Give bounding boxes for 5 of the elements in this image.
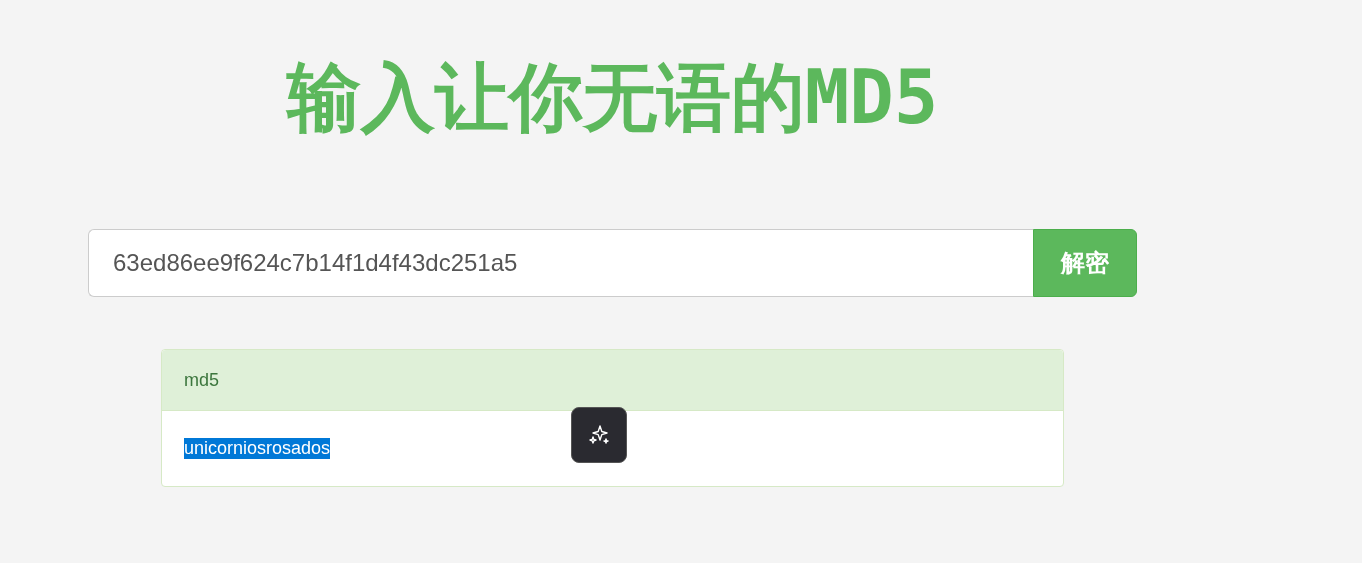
page-title: 输入让你无语的MD5: [285, 53, 940, 142]
sparkle-button[interactable]: [571, 407, 627, 463]
panel-heading: md5: [162, 350, 1063, 411]
md5-input-field[interactable]: 63ed86ee9f624c7b14f1d4f43dc251a5: [88, 229, 1033, 297]
result-text: unicorniosrosados: [184, 438, 331, 459]
